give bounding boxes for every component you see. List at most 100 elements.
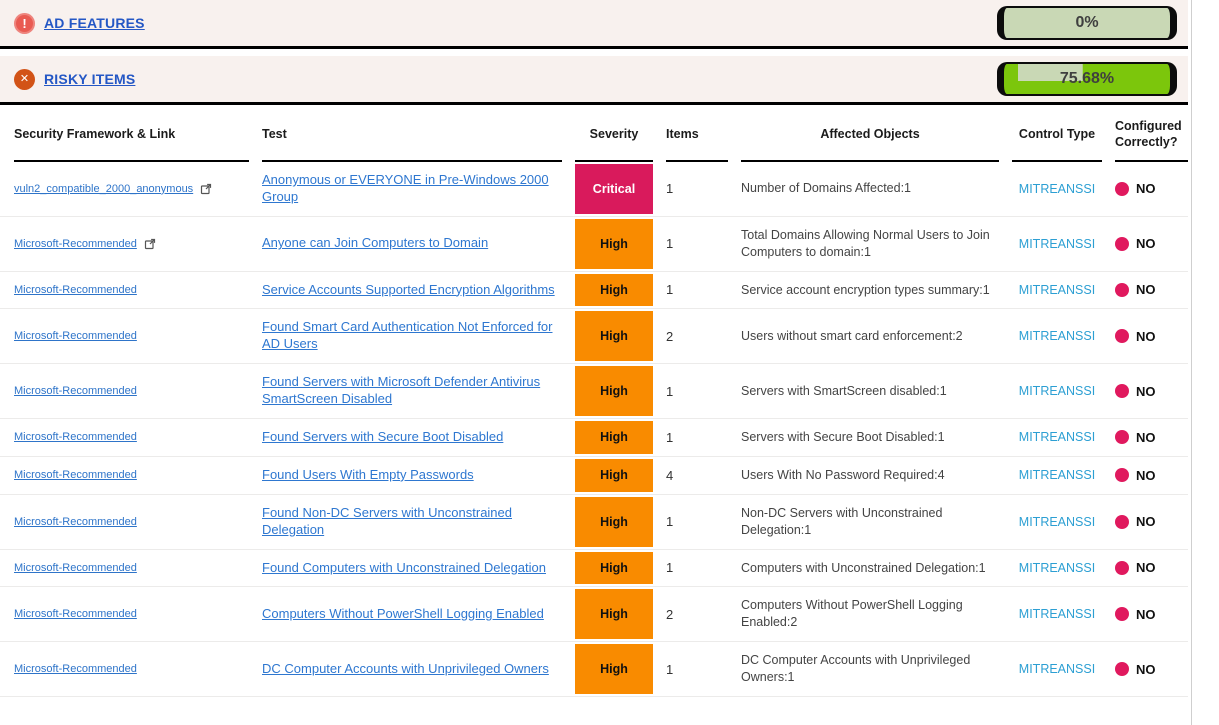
- status-dot-icon: [1115, 468, 1129, 482]
- test-link[interactable]: Found Smart Card Authentication Not Enfo…: [262, 319, 562, 353]
- test-link[interactable]: Computers Without PowerShell Logging Ena…: [262, 606, 544, 623]
- affected-objects-text: Computers Without PowerShell Logging Ena…: [741, 597, 999, 631]
- col-header-control-type: Control Type: [1012, 110, 1102, 162]
- severity-badge: High: [575, 497, 653, 547]
- status-dot-icon: [1115, 182, 1129, 196]
- framework-link[interactable]: Microsoft-Recommended: [14, 283, 137, 297]
- affected-objects-text: Service account encryption types summary…: [741, 282, 990, 299]
- test-link[interactable]: Found Non-DC Servers with Unconstrained …: [262, 505, 562, 539]
- control-type-link[interactable]: MITREANSSI: [1019, 384, 1095, 398]
- configured-correctly-value: NO: [1136, 662, 1156, 677]
- ad-features-link[interactable]: AD FEATURES: [44, 15, 145, 31]
- control-type-link[interactable]: MITREANSSI: [1019, 329, 1095, 343]
- test-link[interactable]: DC Computer Accounts with Unprivileged O…: [262, 661, 549, 678]
- severity-badge: High: [575, 644, 653, 694]
- test-link[interactable]: Anonymous or EVERYONE in Pre-Windows 200…: [262, 172, 562, 206]
- framework-link[interactable]: Microsoft-Recommended: [14, 237, 137, 251]
- control-type-link[interactable]: MITREANSSI: [1019, 283, 1095, 297]
- configured-correctly-value: NO: [1136, 560, 1156, 575]
- affected-objects-text: Servers with Secure Boot Disabled:1: [741, 429, 945, 446]
- external-link-icon[interactable]: [200, 183, 212, 195]
- severity-badge: High: [575, 219, 653, 269]
- severity-badge: High: [575, 589, 653, 639]
- configured-correctly-value: NO: [1136, 514, 1156, 529]
- severity-badge: High: [575, 459, 653, 492]
- status-dot-icon: [1115, 329, 1129, 343]
- table-row: Microsoft-Recommended DC Computer Accoun…: [0, 642, 1188, 697]
- table-row: Microsoft-Recommended Computers Without …: [0, 587, 1188, 642]
- test-link[interactable]: Found Users With Empty Passwords: [262, 467, 474, 484]
- test-link[interactable]: Found Servers with Microsoft Defender An…: [262, 374, 562, 408]
- affected-objects-text: Users without smart card enforcement:2: [741, 328, 963, 345]
- configured-correctly-value: NO: [1136, 384, 1156, 399]
- control-type-link[interactable]: MITREANSSI: [1019, 182, 1095, 196]
- items-count: 1: [666, 181, 673, 196]
- framework-link[interactable]: Microsoft-Recommended: [14, 329, 137, 343]
- items-count: 2: [666, 329, 673, 344]
- affected-objects-text: Total Domains Allowing Normal Users to J…: [741, 227, 999, 261]
- configured-correctly-value: NO: [1136, 607, 1156, 622]
- test-link[interactable]: Found Servers with Secure Boot Disabled: [262, 429, 503, 446]
- items-count: 1: [666, 430, 673, 445]
- configured-correctly-value: NO: [1136, 236, 1156, 251]
- status-dot-icon: [1115, 283, 1129, 297]
- test-link[interactable]: Found Computers with Unconstrained Deleg…: [262, 560, 546, 577]
- control-type-link[interactable]: MITREANSSI: [1019, 430, 1095, 444]
- control-type-link[interactable]: MITREANSSI: [1019, 561, 1095, 575]
- col-header-affected-objects: Affected Objects: [741, 110, 999, 162]
- col-header-framework: Security Framework & Link: [14, 110, 249, 162]
- external-link-icon[interactable]: [144, 238, 156, 250]
- table-row: Microsoft-Recommended Found Servers with…: [0, 364, 1188, 419]
- status-dot-icon: [1115, 515, 1129, 529]
- table-row: Microsoft-Recommended Found Users With E…: [0, 457, 1188, 495]
- col-header-configured-correctly: Configured Correctly?: [1115, 110, 1188, 162]
- table-body: vuln2_compatible_2000_anonymous Anonymou…: [0, 162, 1219, 697]
- framework-link[interactable]: Microsoft-Recommended: [14, 384, 137, 398]
- severity-badge: High: [575, 311, 653, 361]
- test-link[interactable]: Service Accounts Supported Encryption Al…: [262, 282, 555, 299]
- framework-link[interactable]: Microsoft-Recommended: [14, 662, 137, 676]
- scrollbar-track-divider[interactable]: [1191, 0, 1192, 725]
- col-header-severity: Severity: [575, 110, 653, 162]
- affected-objects-text: DC Computer Accounts with Unprivileged O…: [741, 652, 999, 686]
- section-ad-features: ! AD FEATURES 0%: [0, 0, 1188, 49]
- severity-badge: High: [575, 366, 653, 416]
- status-dot-icon: [1115, 430, 1129, 444]
- items-count: 2: [666, 607, 673, 622]
- framework-link[interactable]: Microsoft-Recommended: [14, 515, 137, 529]
- framework-link[interactable]: Microsoft-Recommended: [14, 561, 137, 575]
- configured-correctly-value: NO: [1136, 181, 1156, 196]
- framework-link[interactable]: Microsoft-Recommended: [14, 607, 137, 621]
- items-count: 1: [666, 282, 673, 297]
- framework-link[interactable]: Microsoft-Recommended: [14, 468, 137, 482]
- test-link[interactable]: Anyone can Join Computers to Domain: [262, 235, 488, 252]
- control-type-link[interactable]: MITREANSSI: [1019, 237, 1095, 251]
- table-row: Microsoft-Recommended Found Computers wi…: [0, 550, 1188, 588]
- progress-bar: 75.68%: [997, 62, 1177, 96]
- configured-correctly-value: NO: [1136, 468, 1156, 483]
- framework-link[interactable]: Microsoft-Recommended: [14, 430, 137, 444]
- status-dot-icon: [1115, 384, 1129, 398]
- affected-objects-text: Number of Domains Affected:1: [741, 180, 911, 197]
- status-dot-icon: [1115, 237, 1129, 251]
- severity-badge: Critical: [575, 164, 653, 214]
- table-row: Microsoft-Recommended Anyone can Join Co…: [0, 217, 1188, 272]
- affected-objects-text: Servers with SmartScreen disabled:1: [741, 383, 947, 400]
- status-dot-icon: [1115, 607, 1129, 621]
- table-header-row: Security Framework & Link Test Severity …: [0, 110, 1188, 162]
- items-count: 1: [666, 514, 673, 529]
- control-type-link[interactable]: MITREANSSI: [1019, 515, 1095, 529]
- control-type-link[interactable]: MITREANSSI: [1019, 607, 1095, 621]
- table-row: Microsoft-Recommended Found Smart Card A…: [0, 309, 1188, 364]
- severity-badge: High: [575, 552, 653, 585]
- table-row: Microsoft-Recommended Found Non-DC Serve…: [0, 495, 1188, 550]
- items-count: 4: [666, 468, 673, 483]
- items-count: 1: [666, 662, 673, 677]
- control-type-link[interactable]: MITREANSSI: [1019, 662, 1095, 676]
- control-type-link[interactable]: MITREANSSI: [1019, 468, 1095, 482]
- framework-link[interactable]: vuln2_compatible_2000_anonymous: [14, 182, 193, 196]
- affected-objects-text: Non-DC Servers with Unconstrained Delega…: [741, 505, 999, 539]
- risky-items-link[interactable]: RISKY ITEMS: [44, 71, 135, 87]
- items-count: 1: [666, 384, 673, 399]
- progress-bar: 0%: [997, 6, 1177, 40]
